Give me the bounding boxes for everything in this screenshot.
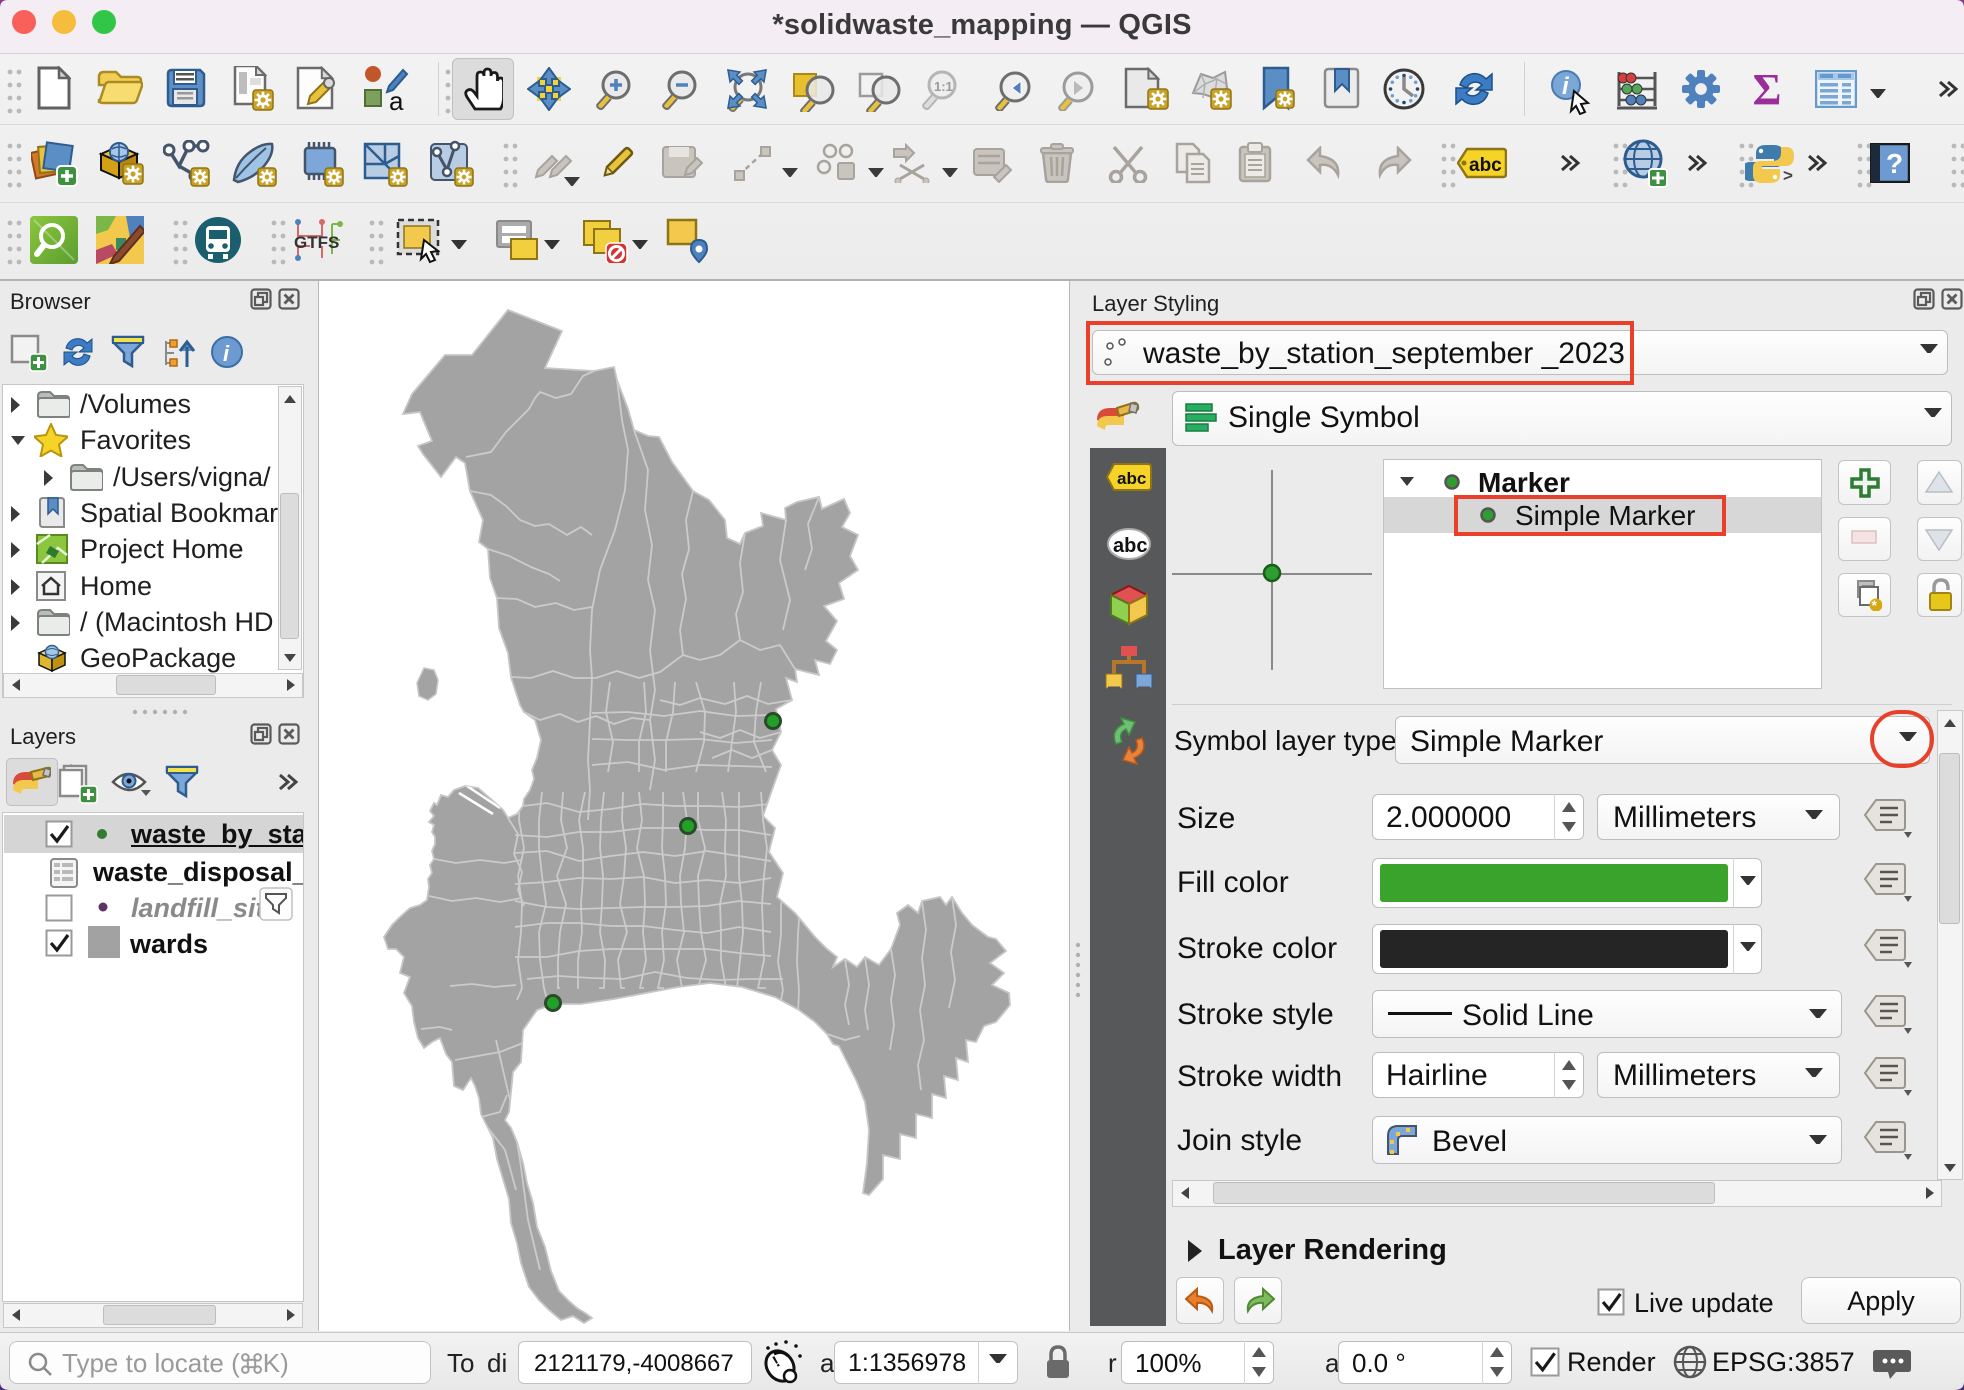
svg-text:GTFS: GTFS bbox=[294, 233, 339, 252]
svg-text:abc: abc bbox=[1117, 469, 1146, 488]
svg-text:1:1: 1:1 bbox=[934, 79, 953, 94]
svg-text:abc: abc bbox=[1469, 155, 1502, 176]
svg-text:>: > bbox=[1783, 166, 1793, 185]
svg-text:?: ? bbox=[1886, 148, 1903, 179]
svg-text:a: a bbox=[389, 86, 404, 112]
svg-text:i: i bbox=[223, 341, 230, 366]
svg-text:*: * bbox=[1872, 597, 1878, 611]
svg-text:abc: abc bbox=[1113, 535, 1147, 557]
